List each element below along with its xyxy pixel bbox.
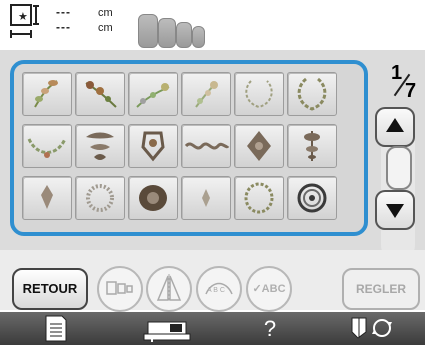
pattern-tile-garland-arc[interactable] [22,124,72,168]
pattern-tile-ornament-tiny[interactable] [181,176,231,220]
ornament-icon [86,132,114,160]
arc-text-label: A B C [207,287,225,294]
crest-icon [141,131,165,162]
page-indicator: 1 7 [383,60,423,104]
pattern-tile-laurel-wreath[interactable] [287,72,337,116]
settings-page-button[interactable] [0,312,111,345]
help-button[interactable]: ? [218,312,323,345]
retour-button[interactable]: RETOUR [12,268,88,310]
svg-text:★: ★ [18,10,28,23]
bottom-bar: ? [0,312,425,345]
header: ★ --- cm --- cm [0,0,425,50]
scroll-down-button[interactable] [375,190,415,230]
wreath-icon [245,80,273,109]
dense-ornament-icon [139,185,167,211]
scroll-border-icon [184,142,230,150]
regler-button[interactable]: REGLER [342,268,420,310]
pattern-tile-floral-spray-1[interactable] [22,72,72,116]
pattern-tile-floral-spray-2[interactable] [75,72,125,116]
floral-vertical-icon [304,131,320,161]
action-button-row: RETOUR A B C ✓ABC REGLER [0,250,425,312]
thread-spools-icon [138,14,205,48]
pattern-panel: 1 7 [0,50,425,250]
embroidery-pattern-screen: ★ --- cm --- cm 1 7 RETOUR A B C ✓ABC RE… [0,0,425,345]
needle-mode-button[interactable] [322,312,425,345]
check-abc-button[interactable]: ✓ABC [246,266,292,312]
pattern-tile-ornament-dense[interactable] [128,176,178,220]
floral-spray-icon [195,81,218,108]
width-value: --- [56,20,71,34]
pattern-size-icon: ★ [10,4,39,38]
laurel-wreath-icon [297,77,327,111]
pattern-tile-floral-spray-3[interactable] [128,72,178,116]
presser-foot-rotate-icon [351,317,392,339]
floral-spray-icon [34,80,58,108]
scroll-thumb[interactable] [386,146,412,190]
mirror-icon [156,274,182,302]
pattern-tile-ornament-small[interactable] [22,176,72,220]
page-total: 7 [405,80,417,102]
pattern-tile-floral-spray-4[interactable] [181,72,231,116]
pattern-tile-round-frame[interactable] [287,176,337,220]
check-abc-label: ✓ABC [252,283,286,295]
height-readout: --- cm [56,5,113,19]
pattern-tile-border-scroll[interactable] [181,124,231,168]
diamond-ornament-icon [247,131,271,161]
arc-text-icon: A B C [205,282,233,295]
tiny-ornament-icon [202,189,210,207]
pattern-tile-ornament-floral-vertical[interactable] [287,124,337,168]
scroll-up-button[interactable] [375,107,415,147]
pattern-tile-ornament-crest[interactable] [128,124,178,168]
pattern-tile-wreath-open[interactable] [234,72,284,116]
width-unit: cm [98,22,113,34]
pattern-tile-ornament-round[interactable] [75,176,125,220]
garland-icon [27,138,67,158]
pattern-tile-ornament-diamond[interactable] [234,124,284,168]
height-unit: cm [98,7,113,19]
small-ornament-icon [41,185,53,209]
arrow-up-icon [386,118,404,132]
wreath-ring-icon [244,182,274,214]
layout-button[interactable] [97,266,143,312]
layout-icon [106,281,133,295]
help-icon: ? [263,316,277,341]
round-frame-icon [297,183,327,213]
round-ornament-icon [86,184,114,212]
pattern-tile-wreath-ring[interactable] [234,176,284,220]
arc-text-button[interactable]: A B C [196,266,242,312]
page-current: 1 [391,62,403,84]
floral-spray-icon [136,83,170,108]
floral-spray-icon [85,81,117,108]
page-document-icon [45,315,67,342]
sewing-machine-icon [143,321,191,342]
machine-button[interactable] [110,312,219,345]
mirror-button[interactable] [146,266,192,312]
width-readout: --- cm [56,20,113,34]
pattern-tile-ornament-baroque[interactable] [75,124,125,168]
pattern-grid [10,60,368,236]
arrow-down-icon [386,204,404,218]
height-value: --- [56,5,71,19]
